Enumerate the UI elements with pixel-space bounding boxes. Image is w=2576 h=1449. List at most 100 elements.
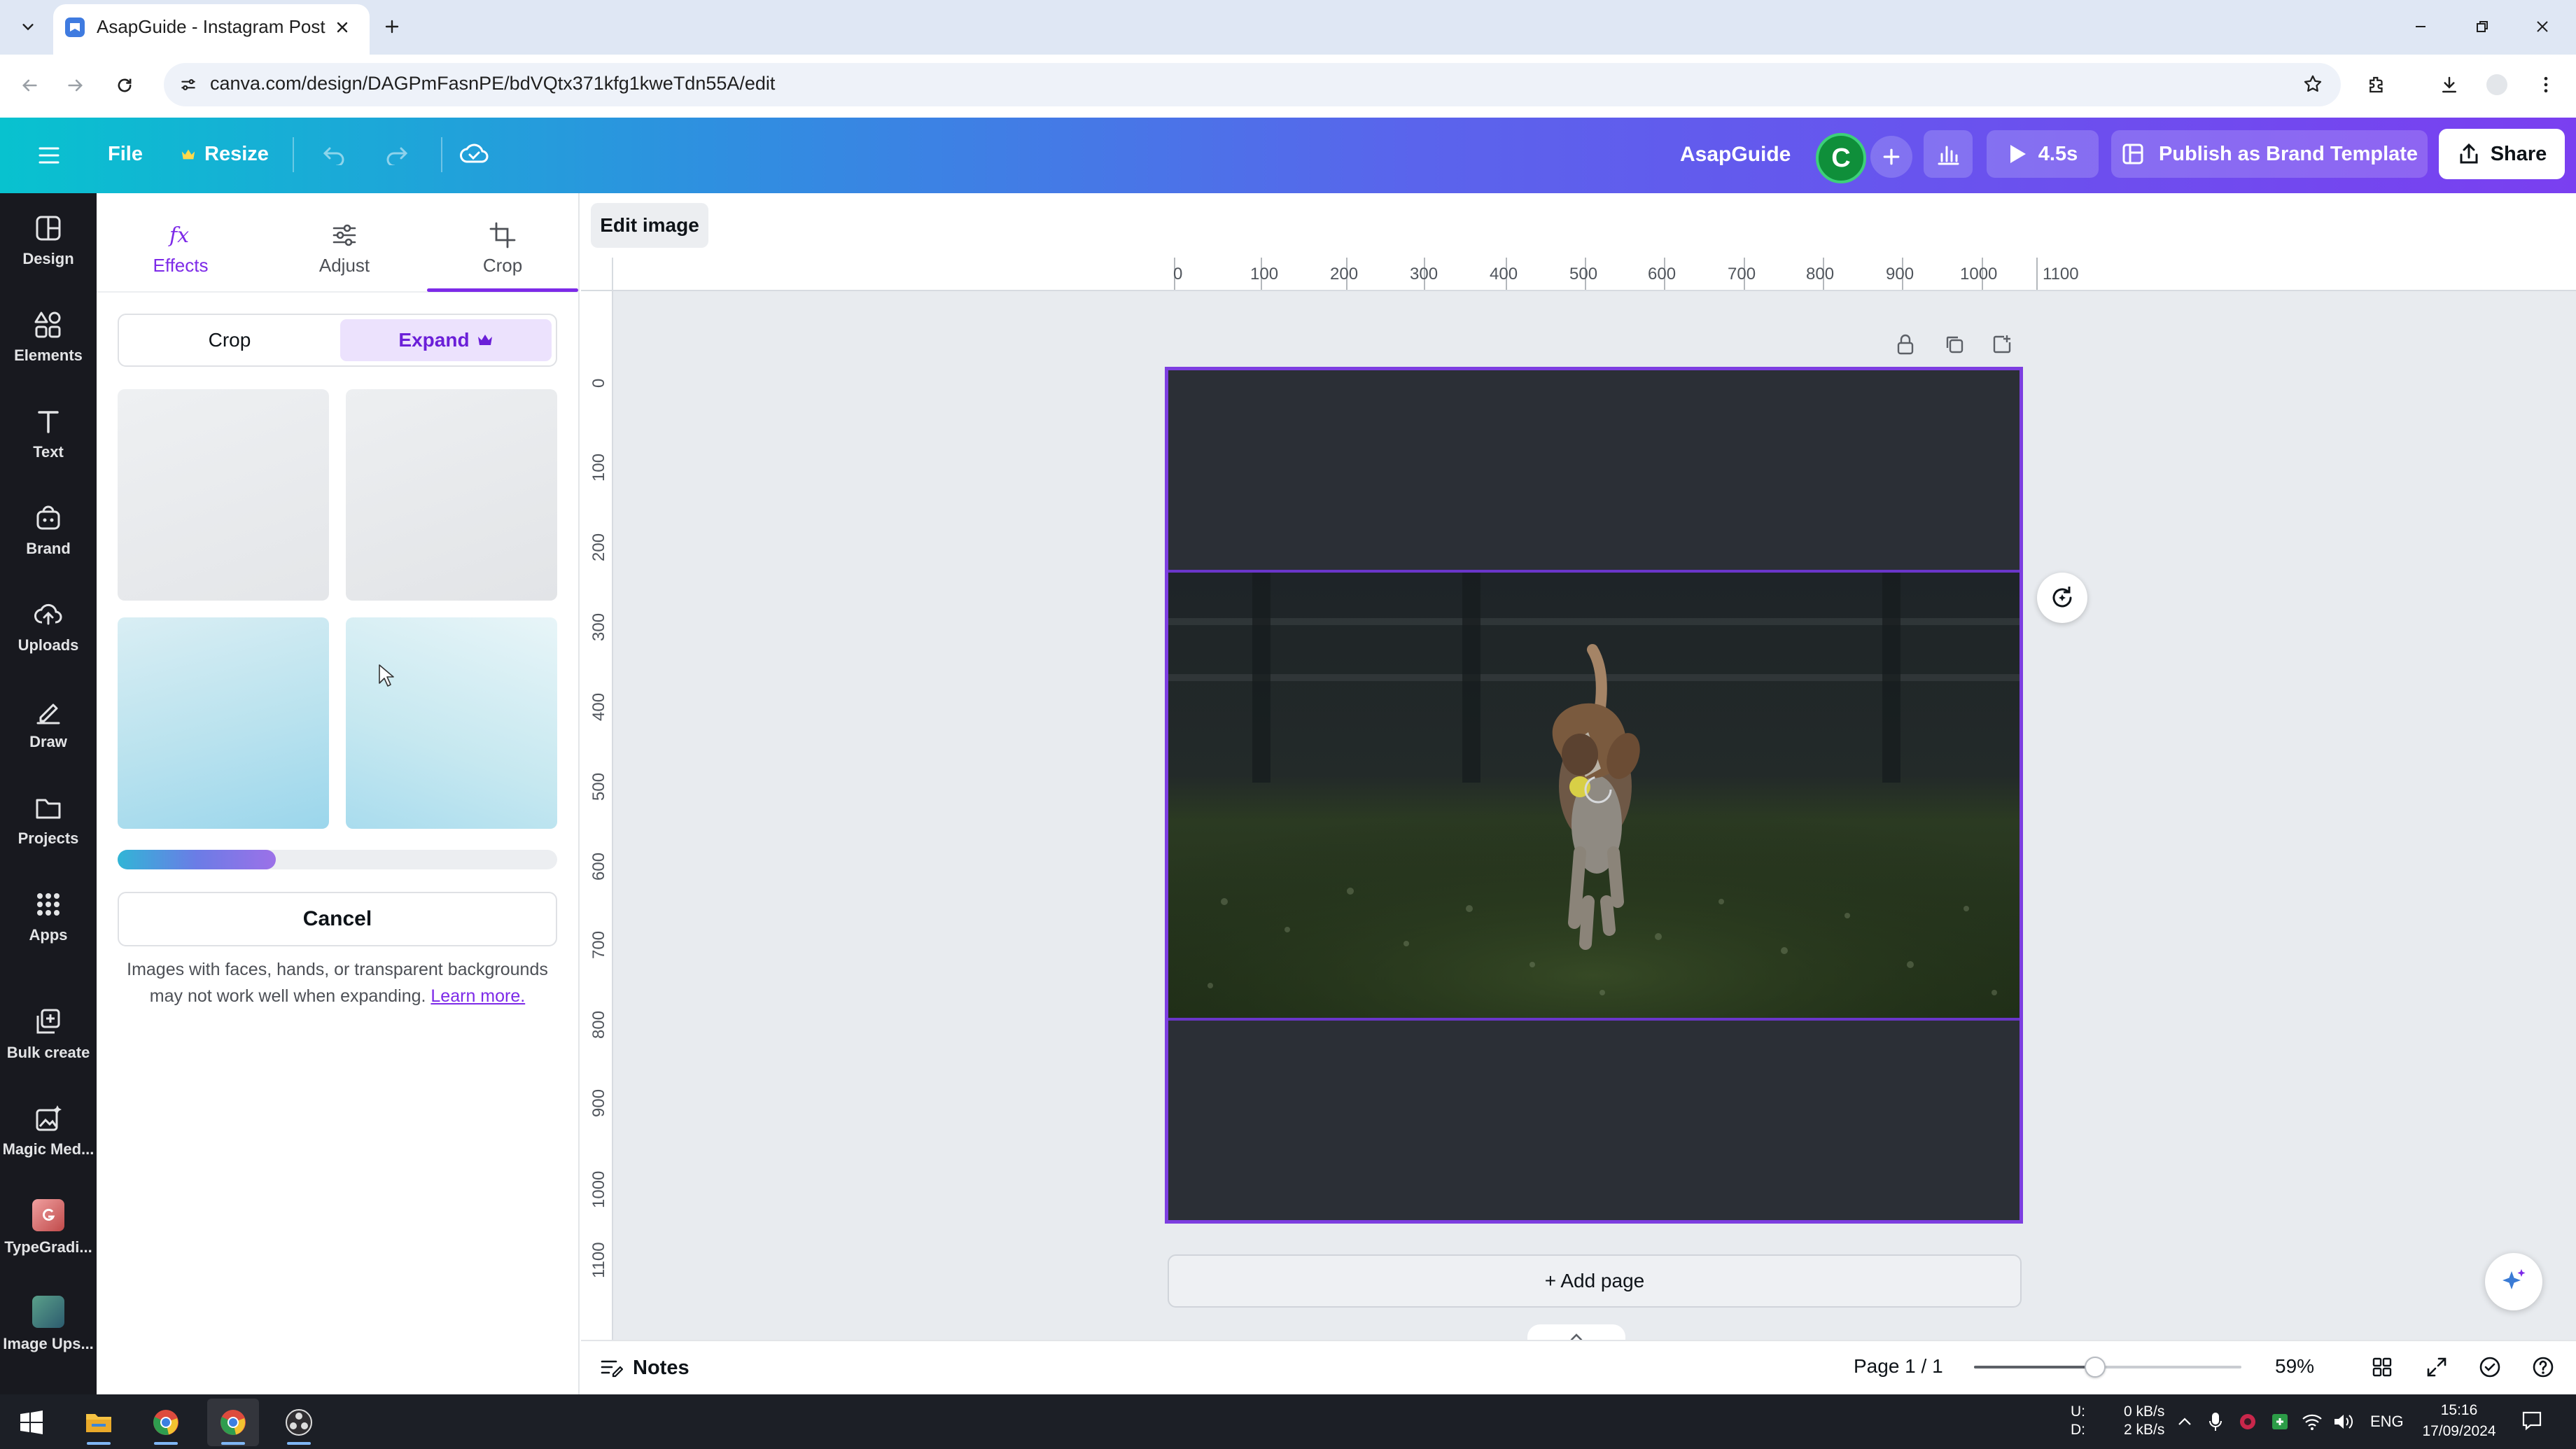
header-divider	[293, 137, 294, 172]
rail-item-design[interactable]: Design	[0, 195, 97, 287]
grid-view-icon	[2372, 1357, 2392, 1377]
file-menu-button[interactable]: File	[108, 143, 143, 166]
crop-mode-button[interactable]: Crop	[125, 319, 335, 361]
bookmark-star-icon[interactable]	[2299, 70, 2327, 98]
help-button[interactable]	[2527, 1351, 2559, 1383]
rail-item-elements[interactable]: Elements	[0, 291, 97, 384]
main-menu-button[interactable]	[32, 140, 66, 171]
rail-item-image-upscaler[interactable]: Image Ups...	[0, 1278, 97, 1371]
recording-tray-icon[interactable]	[2236, 1408, 2260, 1435]
zoom-slider-thumb[interactable]	[2085, 1357, 2106, 1378]
url-text[interactable]: canva.com/design/DAGPmFasnPE/bdVQtx371kf…	[210, 73, 775, 94]
rail-item-bulk-create[interactable]: Bulk create	[0, 988, 97, 1081]
cancel-button[interactable]: Cancel	[118, 892, 557, 946]
undo-button[interactable]	[316, 139, 351, 171]
duplicate-page-button[interactable]	[1939, 329, 1970, 360]
page-indicator[interactable]: Page 1 / 1	[1854, 1355, 1943, 1378]
reload-button[interactable]	[109, 70, 140, 101]
volume-icon[interactable]	[2331, 1408, 2355, 1435]
wifi-icon[interactable]	[2300, 1408, 2324, 1435]
browser-menu-icon[interactable]	[2530, 69, 2562, 101]
taskbar-chrome-active[interactable]	[207, 1399, 259, 1446]
tab-list-button[interactable]	[14, 13, 42, 41]
check-accessibility-button[interactable]	[2474, 1351, 2506, 1383]
zoom-value[interactable]: 59%	[2275, 1355, 2314, 1378]
start-button[interactable]	[6, 1399, 57, 1446]
invite-member-button[interactable]	[1870, 136, 1912, 178]
site-info-icon[interactable]	[176, 73, 200, 97]
profile-icon[interactable]	[2481, 69, 2513, 101]
cloud-saved-button[interactable]	[456, 137, 491, 169]
rail-item-projects[interactable]: Projects	[0, 774, 97, 867]
canva-assistant-button[interactable]	[2485, 1253, 2542, 1310]
rail-item-magic-media[interactable]: Magic Med...	[0, 1085, 97, 1177]
taskbar-chrome[interactable]	[140, 1399, 192, 1446]
new-tab-button[interactable]	[378, 13, 406, 41]
tab-adjust[interactable]: Adjust	[274, 203, 414, 294]
share-button[interactable]: Share	[2439, 129, 2565, 179]
notification-center-icon[interactable]	[2520, 1407, 2544, 1434]
file-explorer-icon	[86, 1414, 111, 1432]
ruler-tick-label: 1000	[589, 1170, 608, 1208]
redo-button[interactable]	[379, 139, 414, 171]
expand-result-thumbnail[interactable]	[118, 617, 329, 829]
regenerate-button[interactable]	[2037, 573, 2087, 623]
ruler-tick-label: 700	[589, 930, 608, 959]
add-page-button[interactable]: + Add page	[1168, 1254, 2022, 1308]
expand-mode-button[interactable]: Expand	[340, 319, 552, 361]
undo-icon	[323, 147, 344, 165]
input-language[interactable]: ENG	[2370, 1413, 2404, 1431]
learn-more-link[interactable]: Learn more.	[430, 986, 525, 1006]
back-button[interactable]	[14, 70, 45, 101]
svg-text:fx: fx	[168, 223, 189, 248]
forward-button[interactable]	[60, 70, 91, 101]
taskbar-file-explorer[interactable]	[73, 1399, 125, 1446]
brand-kit-name[interactable]: AsapGuide	[1680, 143, 1791, 167]
expand-result-thumbnail[interactable]	[346, 389, 557, 601]
magic-media-icon	[36, 1105, 62, 1131]
expand-result-thumbnail[interactable]	[346, 617, 557, 829]
rail-item-brand[interactable]: Brand	[0, 484, 97, 577]
ruler-tick-label: 1000	[1960, 265, 1998, 284]
rail-item-apps[interactable]: Apps	[0, 871, 97, 963]
rail-label: Brand	[26, 540, 71, 557]
rail-item-uploads[interactable]: Uploads	[0, 581, 97, 673]
add-page-icon	[1993, 335, 2011, 354]
lock-page-button[interactable]	[1890, 329, 1921, 360]
rail-item-draw[interactable]: Draw	[0, 678, 97, 770]
edit-image-button[interactable]: Edit image	[591, 203, 708, 248]
download-icon[interactable]	[2433, 69, 2465, 101]
insights-button[interactable]	[1924, 130, 1973, 178]
help-icon	[2533, 1357, 2554, 1378]
window-restore-button[interactable]	[2463, 13, 2502, 41]
plus-icon	[385, 20, 399, 34]
arrow-left-icon	[22, 79, 37, 92]
window-minimize-button[interactable]	[2401, 13, 2440, 41]
extensions-icon[interactable]	[2360, 69, 2393, 101]
avatar[interactable]: C	[1816, 133, 1866, 183]
microphone-icon[interactable]	[2204, 1408, 2227, 1435]
security-tray-icon[interactable]	[2268, 1408, 2292, 1435]
add-page-button-icon[interactable]	[1987, 329, 2017, 360]
window-close-button[interactable]	[2523, 13, 2562, 41]
tab-crop[interactable]: Crop	[433, 203, 573, 294]
rail-item-typegradient[interactable]: TypeGradi...	[0, 1182, 97, 1274]
fullscreen-button[interactable]	[2421, 1351, 2453, 1383]
tray-overflow-chevron-icon[interactable]	[2173, 1408, 2197, 1435]
expand-result-thumbnail[interactable]	[118, 389, 329, 601]
tab-label: Effects	[153, 254, 209, 276]
cloud-check-icon	[460, 144, 489, 163]
dog-photo[interactable]	[1168, 570, 2019, 1021]
tab-close-button[interactable]	[330, 15, 354, 39]
notes-button[interactable]: Notes	[599, 1352, 690, 1383]
resize-button[interactable]: Resize	[204, 143, 269, 166]
rail-item-text[interactable]: Text	[0, 388, 97, 480]
grid-view-button[interactable]	[2366, 1351, 2398, 1383]
publish-brand-template-button[interactable]: Publish as Brand Template	[2111, 130, 2428, 178]
chevron-down-icon	[22, 24, 34, 31]
windows-logo-icon	[20, 1410, 43, 1434]
tab-effects[interactable]: fx Effects	[111, 203, 251, 294]
taskbar-obs[interactable]	[273, 1399, 325, 1446]
present-button[interactable]: 4.5s	[1987, 130, 2099, 178]
clock[interactable]: 15:16 17/09/2024	[2415, 1400, 2503, 1442]
